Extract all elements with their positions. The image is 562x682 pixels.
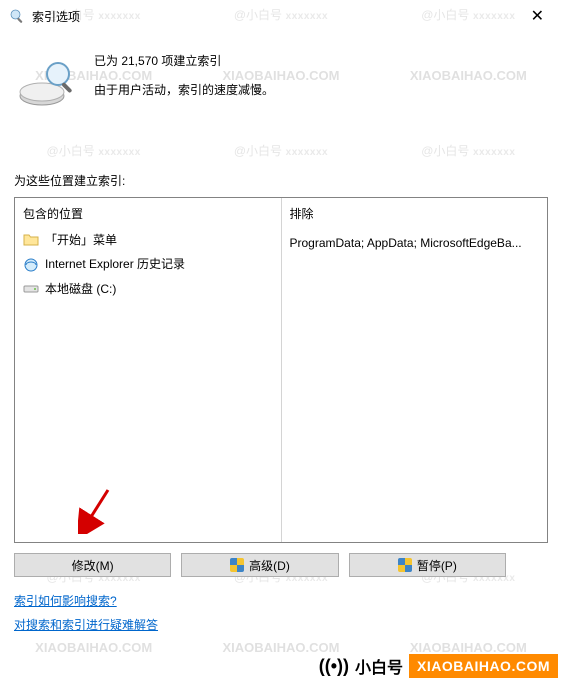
excluded-column: 排除 ProgramData; AppData; MicrosoftEdgeBa… xyxy=(281,198,548,542)
advanced-button[interactable]: 高级(D) xyxy=(181,553,338,577)
excluded-header: 排除 xyxy=(290,205,540,222)
excluded-row: ProgramData; AppData; MicrosoftEdgeBa... xyxy=(290,232,540,254)
folder-icon xyxy=(23,232,39,248)
list-item[interactable]: Internet Explorer 历史记录 xyxy=(23,252,273,276)
list-item[interactable]: 「开始」菜单 xyxy=(23,228,273,252)
link-how-affects-search[interactable]: 索引如何影响搜索? xyxy=(14,594,117,608)
brand-footer: ((•)) 小白号 XIAOBAIHAO.COM xyxy=(319,654,558,678)
included-header: 包含的位置 xyxy=(23,205,273,222)
titlebar: 索引选项 ✕ xyxy=(0,0,562,32)
window-title: 索引选项 xyxy=(32,8,80,25)
ie-icon xyxy=(23,257,39,273)
uac-shield-icon xyxy=(398,558,412,572)
button-label: 修改(M) xyxy=(72,557,114,574)
locations-label: 为这些位置建立索引: xyxy=(14,172,548,189)
list-item-label: 本地磁盘 (C:) xyxy=(45,279,116,299)
status-speed-note: 由于用户活动，索引的速度减慢。 xyxy=(94,79,274,102)
button-label: 暂停(P) xyxy=(417,557,457,574)
list-item-label: 「开始」菜单 xyxy=(45,230,117,250)
button-label: 高级(D) xyxy=(249,557,290,574)
link-troubleshoot[interactable]: 对搜索和索引进行疑难解答 xyxy=(14,618,158,632)
modify-button[interactable]: 修改(M) xyxy=(14,553,171,577)
included-column: 包含的位置 「开始」菜单 Internet Explorer 历史记录 xyxy=(15,198,281,542)
brand-name: 小白号 xyxy=(355,654,403,678)
brand-domain: XIAOBAIHAO.COM xyxy=(409,654,558,678)
drive-icon xyxy=(23,281,39,297)
uac-shield-icon xyxy=(230,558,244,572)
drive-magnifier-icon xyxy=(14,48,78,112)
pause-button[interactable]: 暂停(P) xyxy=(349,553,506,577)
close-button[interactable]: ✕ xyxy=(521,2,554,30)
locations-pane: 包含的位置 「开始」菜单 Internet Explorer 历史记录 xyxy=(14,197,548,543)
list-item[interactable]: 本地磁盘 (C:) xyxy=(23,277,273,301)
indexing-icon xyxy=(8,7,26,25)
list-item-label: Internet Explorer 历史记录 xyxy=(45,254,185,274)
status-indexed-count: 已为 21,570 项建立索引 xyxy=(94,50,274,73)
broadcast-icon: ((•)) xyxy=(319,656,349,677)
